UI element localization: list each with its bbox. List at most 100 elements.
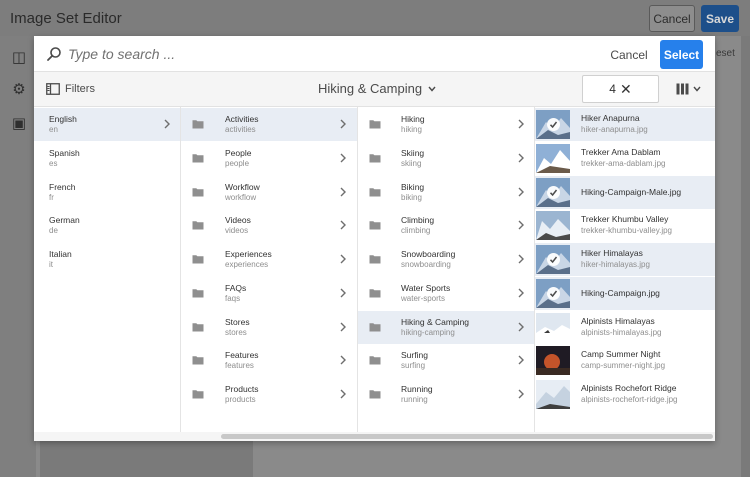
search-bar: Cancel Select <box>34 36 715 72</box>
cancel-button[interactable]: Cancel <box>605 43 653 67</box>
chevron-right-icon <box>340 220 346 230</box>
selection-count[interactable]: 4 ✕ <box>582 75 659 103</box>
section-item[interactable]: Activities activities <box>181 108 357 141</box>
breadcrumb[interactable]: Hiking & Camping <box>318 81 436 96</box>
editor-save-button[interactable]: Save <box>701 5 739 32</box>
section-item[interactable]: Workflow workflow <box>181 176 357 209</box>
section-item-subtitle: faqs <box>225 293 241 303</box>
activity-item-title: Skiing <box>401 147 425 158</box>
horizontal-scrollbar-thumb[interactable] <box>221 434 713 439</box>
language-item-title: German <box>49 215 80 226</box>
folder-icon <box>369 187 381 196</box>
activity-item[interactable]: Snowboarding snowboarding <box>358 243 534 276</box>
asset-item[interactable]: Alpinists Rochefort Ridge alpinists-roche… <box>535 378 715 411</box>
asset-item-subtitle: hiker-himalayas.jpg <box>581 260 650 269</box>
section-item[interactable]: People people <box>181 142 357 175</box>
asset-item[interactable]: Hiker Anapurna hiker-anapurna.jpg <box>535 108 715 141</box>
folder-icon <box>192 153 204 163</box>
asset-item[interactable]: Hiking-Campaign.jpg <box>535 276 715 310</box>
horizontal-scrollbar[interactable] <box>34 432 715 441</box>
activity-item-title: Surfing <box>401 350 428 361</box>
gear-icon[interactable]: ⚙ <box>11 82 27 98</box>
activity-item-subtitle: snowboarding <box>401 260 451 269</box>
section-item[interactable]: Products products <box>181 378 357 411</box>
chevron-right-icon <box>518 254 524 264</box>
section-item[interactable]: Stores stores <box>181 311 357 344</box>
language-item[interactable]: French fr <box>34 176 180 209</box>
section-item-title: Videos <box>225 215 251 226</box>
asset-item-title: Trekker Ama Dablam <box>581 146 661 157</box>
folder-icon <box>192 221 204 230</box>
folder-icon <box>192 356 204 365</box>
section-item[interactable]: Videos videos <box>181 209 357 242</box>
asset-item-title: Hiking-Campaign-Male.jpg <box>581 186 682 197</box>
section-item[interactable]: Experiences experiences <box>181 243 357 276</box>
language-item-title: English <box>49 114 77 124</box>
checkmark-icon[interactable] <box>547 253 560 266</box>
editor-reset-button[interactable]: eset <box>716 48 735 59</box>
checkmark-icon[interactable] <box>547 185 560 199</box>
editor-panel <box>40 440 253 477</box>
asset-item[interactable]: Trekker Ama Dablam trekker-ama-dablam.jpg <box>535 142 715 175</box>
select-button[interactable]: Select <box>660 40 703 69</box>
section-item-title: Experiences <box>225 249 272 259</box>
languages-column: English en Spanish es French fr German de Italia… <box>34 107 181 432</box>
column-view-icon <box>676 83 689 95</box>
activity-item-title: Running <box>401 384 433 394</box>
activity-item-subtitle: hiking-camping <box>401 327 455 337</box>
language-item[interactable]: German de <box>34 209 180 242</box>
language-item[interactable]: English en <box>34 108 180 141</box>
chevron-right-icon <box>518 187 524 196</box>
activity-item[interactable]: Climbing climbing <box>358 209 534 242</box>
chevron-right-icon <box>340 322 346 331</box>
chevron-right-icon <box>340 187 346 196</box>
editor-cancel-button[interactable]: Cancel <box>649 5 695 32</box>
section-item[interactable]: Features features <box>181 344 357 377</box>
section-item-title: Stores <box>225 316 250 327</box>
editor-scrollbar[interactable] <box>741 36 750 477</box>
section-item[interactable]: FAQs faqs <box>181 277 357 310</box>
asset-item[interactable]: Camp Summer Night camp-summer-night.jpg <box>535 344 715 377</box>
filters-toggle[interactable]: Filters <box>65 83 95 95</box>
search-input[interactable] <box>68 43 368 65</box>
clear-selection-icon[interactable]: ✕ <box>620 82 632 96</box>
asset-thumbnail <box>536 312 570 342</box>
activity-item[interactable]: Running running <box>358 378 534 411</box>
filters-icon[interactable] <box>46 83 60 95</box>
language-item[interactable]: Spanish es <box>34 142 180 175</box>
asset-picker-dialog: Cancel Select Filters Hiking & Camping 4… <box>34 36 715 441</box>
folder-icon <box>369 356 381 365</box>
activity-item[interactable]: Hiking & Camping hiking-camping <box>358 310 534 344</box>
breadcrumb-label: Hiking & Camping <box>318 81 423 96</box>
asset-item[interactable]: Alpinists Himalayas alpinists-himalayas.j… <box>535 311 715 344</box>
activity-item[interactable]: Skiing skiing <box>358 142 534 175</box>
section-item-subtitle: features <box>225 361 254 371</box>
asset-item[interactable]: Hiker Himalayas hiker-himalayas.jpg <box>535 243 715 276</box>
language-item[interactable]: Italian it <box>34 243 180 276</box>
asset-thumbnail <box>536 143 570 173</box>
activity-item[interactable]: Water Sports water-sports <box>358 277 534 310</box>
language-item-subtitle: es <box>49 158 58 168</box>
asset-item-subtitle: hiker-anapurna.jpg <box>581 125 648 134</box>
folder-icon <box>192 255 204 264</box>
activity-item[interactable]: Biking biking <box>358 176 534 209</box>
view-switcher[interactable] <box>676 82 706 96</box>
activity-item[interactable]: Hiking hiking <box>358 108 534 141</box>
checkmark-icon[interactable] <box>547 118 560 131</box>
folder-icon <box>192 390 204 399</box>
activity-item-subtitle: surfing <box>401 361 426 371</box>
folder-icon <box>369 255 381 264</box>
section-item-title: Features <box>225 350 259 361</box>
image-icon[interactable]: ▣ <box>11 116 27 132</box>
asset-item-title: Alpinists Himalayas <box>581 315 655 326</box>
asset-thumbnail <box>536 346 570 376</box>
asset-item-subtitle: alpinists-rochefort-ridge.jpg <box>581 395 678 404</box>
asset-item-subtitle: alpinists-himalayas.jpg <box>581 327 662 337</box>
section-item-subtitle: people <box>225 158 250 168</box>
checkmark-icon[interactable] <box>547 286 560 300</box>
asset-item[interactable]: Hiking-Campaign-Male.jpg <box>535 175 715 209</box>
activity-item[interactable]: Surfing surfing <box>358 344 534 377</box>
activity-item-subtitle: biking <box>401 192 422 202</box>
asset-search-icon[interactable]: ◫ <box>11 50 27 66</box>
asset-item[interactable]: Trekker Khumbu Valley trekker-khumbu-vall… <box>535 209 715 242</box>
